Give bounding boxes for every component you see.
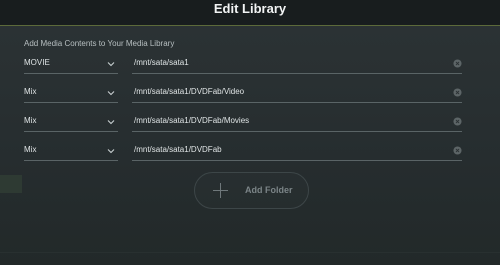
background-panel-fragment xyxy=(0,175,22,193)
media-type-select[interactable]: MOVIE xyxy=(24,56,118,74)
media-type-select[interactable]: Mix xyxy=(24,114,118,132)
folder-path-field[interactable]: /mnt/sata/sata1 xyxy=(132,56,462,74)
clear-icon[interactable] xyxy=(453,59,462,68)
background-divider xyxy=(0,252,500,253)
folder-path-field[interactable]: /mnt/sata/sata1/DVDFab xyxy=(132,143,462,161)
chevron-down-icon xyxy=(107,120,115,125)
dialog-subtitle: Add Media Contents to Your Media Library xyxy=(24,39,175,48)
media-type-select[interactable]: Mix xyxy=(24,85,118,103)
media-type-value: Mix xyxy=(24,145,37,154)
plus-icon xyxy=(213,183,228,198)
media-type-select[interactable]: Mix xyxy=(24,143,118,161)
media-type-value: Mix xyxy=(24,87,37,96)
folder-path-value: /mnt/sata/sata1/DVDFab xyxy=(134,145,222,154)
library-row: Mix /mnt/sata/sata1/DVDFab/Video xyxy=(24,85,466,105)
edit-library-dialog: Edit Library Add Media Contents to Your … xyxy=(0,0,500,265)
media-type-value: Mix xyxy=(24,116,37,125)
clear-icon[interactable] xyxy=(453,146,462,155)
add-folder-button[interactable]: Add Folder xyxy=(194,172,309,209)
folder-path-value: /mnt/sata/sata1/DVDFab/Movies xyxy=(134,116,250,125)
folder-path-value: /mnt/sata/sata1/DVDFab/Video xyxy=(134,87,245,96)
chevron-down-icon xyxy=(107,91,115,96)
library-row: Mix /mnt/sata/sata1/DVDFab xyxy=(24,143,466,163)
dialog-title: Edit Library xyxy=(213,1,287,16)
clear-icon[interactable] xyxy=(453,117,462,126)
chevron-down-icon xyxy=(107,149,115,154)
media-type-value: MOVIE xyxy=(24,58,50,67)
library-row: MOVIE /mnt/sata/sata1 xyxy=(24,56,466,76)
clear-icon[interactable] xyxy=(453,88,462,97)
chevron-down-icon xyxy=(107,62,115,67)
folder-path-value: /mnt/sata/sata1 xyxy=(134,58,189,67)
library-row: Mix /mnt/sata/sata1/DVDFab/Movies xyxy=(24,114,466,134)
add-folder-label: Add Folder xyxy=(245,185,293,195)
dialog-titlebar: Edit Library xyxy=(0,0,500,26)
folder-path-field[interactable]: /mnt/sata/sata1/DVDFab/Movies xyxy=(132,114,462,132)
folder-path-field[interactable]: /mnt/sata/sata1/DVDFab/Video xyxy=(132,85,462,103)
